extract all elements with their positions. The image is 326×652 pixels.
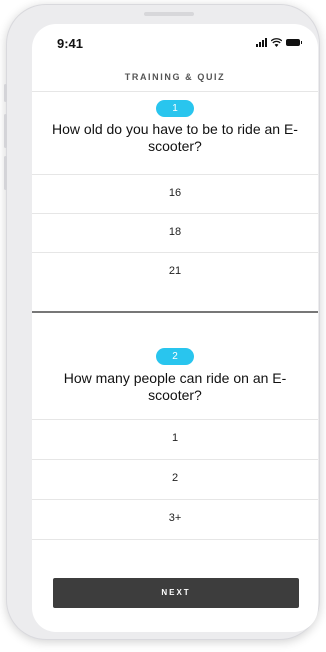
status-icons: [256, 37, 302, 47]
screen: 9:41 TRAINING & QUIZ 1 How old do you ha…: [32, 24, 318, 632]
page-title: TRAINING & QUIZ: [124, 72, 226, 82]
next-button[interactable]: NEXT: [53, 578, 299, 608]
stage: 9:41 TRAINING & QUIZ 1 How old do you ha…: [0, 0, 326, 652]
answer-option[interactable]: 21: [32, 252, 318, 290]
speaker-notch: [144, 12, 194, 16]
volume-down-button: [4, 156, 7, 190]
question-number-badge: 1: [156, 100, 194, 117]
section-separator: [32, 311, 318, 313]
phone-frame: 9:41 TRAINING & QUIZ 1 How old do you ha…: [4, 4, 320, 640]
status-bar: 9:41: [32, 24, 318, 54]
wifi-icon: [271, 38, 282, 47]
answer-option[interactable]: 3+: [32, 499, 318, 537]
volume-up-button: [4, 114, 7, 148]
answer-option[interactable]: 16: [32, 174, 318, 212]
mute-switch: [4, 84, 7, 102]
cellular-signal-icon: [256, 38, 267, 47]
answer-option[interactable]: 1: [32, 419, 318, 457]
question-number-badge: 2: [156, 348, 194, 365]
question-text: How old do you have to be to ride an E-s…: [52, 121, 298, 154]
question-text: How many people can ride on an E-scooter…: [63, 370, 287, 403]
answer-option[interactable]: 2: [32, 459, 318, 497]
status-time: 9:41: [57, 36, 84, 51]
header-divider: [32, 91, 318, 92]
option-divider: [32, 539, 318, 540]
answer-option[interactable]: 18: [32, 213, 318, 251]
battery-icon: [286, 39, 302, 46]
